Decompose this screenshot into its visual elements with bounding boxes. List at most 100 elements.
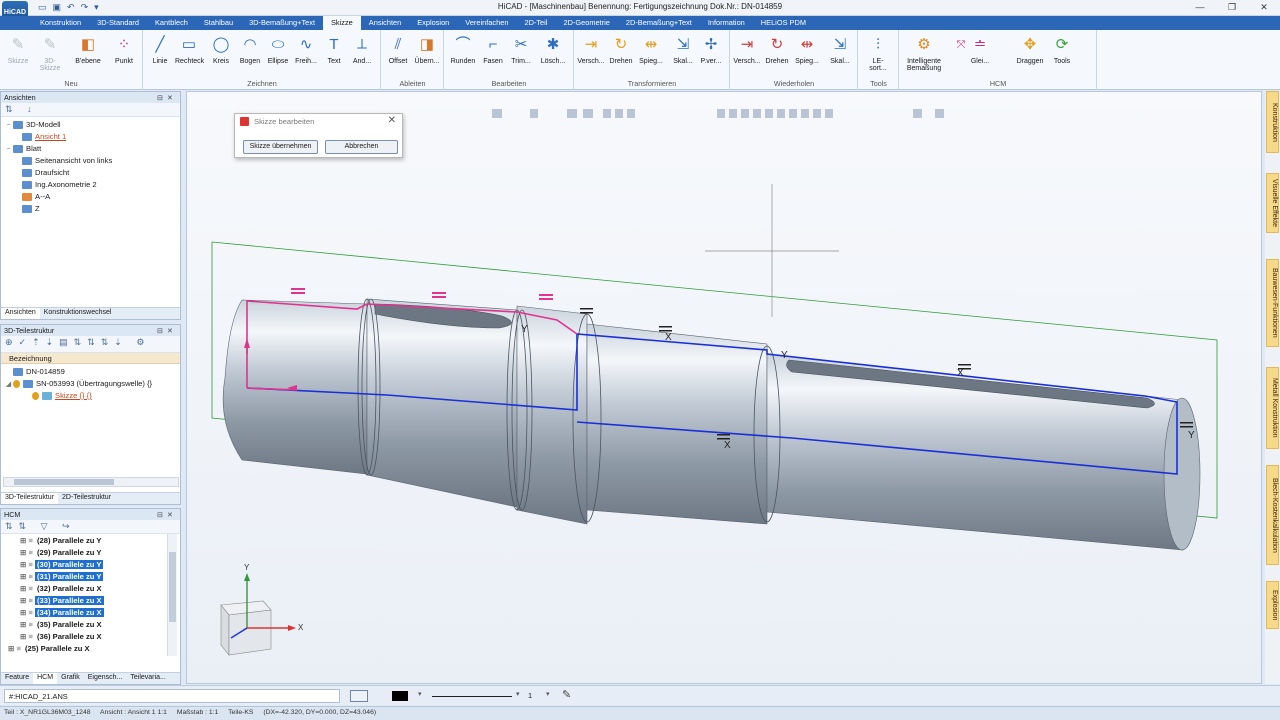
tab-konstruktionswechsel[interactable]: Konstruktionswechsel <box>40 308 116 319</box>
tree-item[interactable]: Draufsicht <box>4 167 177 179</box>
close-button[interactable]: ✕ <box>1248 0 1280 15</box>
spiegeln-button[interactable]: ⇹ Spieg... <box>637 32 665 72</box>
tab-2d-bemassung[interactable]: 2D-Bemaßung+Text <box>618 16 700 30</box>
chevron-down-icon[interactable]: ▾ <box>418 690 422 698</box>
fasen-button[interactable]: ⌐ Fasen <box>479 32 507 72</box>
gleichung-button[interactable]: ≐ Glei... <box>966 32 994 72</box>
abbrechen-button[interactable]: Abbrechen <box>325 140 398 154</box>
list-item[interactable]: ⊞ ≡ (25) Parallele zu X <box>4 643 177 655</box>
le-sortieren-button[interactable]: ⫶ LE-sort... <box>864 32 892 72</box>
column-header[interactable]: Bezeichnung <box>1 353 180 364</box>
list-item[interactable]: ⊞ ≡ (35) Parallele zu X <box>4 619 177 631</box>
bogen-button[interactable]: ◠ Bogen <box>236 32 264 72</box>
tab-skizze[interactable]: Skizze <box>323 16 361 30</box>
drehen-wiederholen-button[interactable]: ↻ Drehen <box>763 32 791 72</box>
tab-vereinfachen[interactable]: Vereinfachen <box>457 16 516 30</box>
tree-item[interactable]: Seitenansicht von links <box>4 155 177 167</box>
chevron-down-icon[interactable]: ▾ <box>546 690 550 698</box>
verschieben-button[interactable]: ⇥ Versch... <box>577 32 605 72</box>
tools-button[interactable]: ⟳ Tools <box>1048 32 1076 72</box>
list-item[interactable]: ⊞ ≡ (29) Parallele zu Y <box>4 547 177 559</box>
andere-button[interactable]: ⟂ And... <box>348 32 376 72</box>
bebene-button[interactable]: ◧ B'ebene <box>74 32 102 72</box>
tab-feature[interactable]: Feature <box>1 673 33 684</box>
tree-item[interactable]: Z <box>4 203 177 215</box>
tab-3d-teilestruktur[interactable]: 3D-Teilestruktur <box>1 493 59 504</box>
uebernehmen-button[interactable]: ◨ Übern... <box>413 32 441 72</box>
offset-button[interactable]: ⫽ Offset <box>384 32 412 72</box>
panel-controls[interactable]: ⊟✕ <box>157 93 177 102</box>
vertical-scrollbar[interactable] <box>167 534 177 656</box>
draggen-button[interactable]: ✥ Draggen <box>1016 32 1044 72</box>
tree-item-active[interactable]: Skizze {} {} <box>4 390 177 402</box>
tab-stahlbau[interactable]: Stahlbau <box>196 16 241 30</box>
tab-explosion-dock[interactable]: Explosion <box>1266 581 1279 629</box>
pen-icon[interactable]: ✎ <box>562 688 571 701</box>
tab-2d-geometrie[interactable]: 2D-Geometrie <box>555 16 617 30</box>
panel-controls[interactable]: ⊟✕ <box>157 510 177 519</box>
rechteck-button[interactable]: ▭ Rechteck <box>175 32 204 72</box>
skizze-uebernehmen-button[interactable]: Skizze übernehmen <box>243 140 318 154</box>
tab-eigenschaften[interactable]: Eigensch... <box>84 673 127 684</box>
chevron-down-icon[interactable]: ▾ <box>516 690 520 698</box>
tab-explosion[interactable]: Explosion <box>409 16 457 30</box>
tab-ansichten[interactable]: Ansichten <box>361 16 409 30</box>
tab-information[interactable]: Information <box>700 16 753 30</box>
color-swatch[interactable] <box>392 691 408 701</box>
tab-2d-teil[interactable]: 2D-Teil <box>516 16 555 30</box>
punkt-verschieben-button[interactable]: ✢ P.ver... <box>697 32 725 72</box>
viewport-canvas[interactable]: X X X Y Y Y Y X <box>187 92 1261 683</box>
tab-3d-bemassung[interactable]: 3D-Bemaßung+Text <box>241 16 323 30</box>
tab-konstruktion[interactable]: Konstruktion <box>32 16 89 30</box>
tab-metall-konstruktion[interactable]: Metall Konstruktion <box>1266 367 1279 449</box>
tab-bauwesen-funktionen[interactable]: Bauwesen-Funktionen <box>1266 259 1279 347</box>
line-width-value[interactable]: 1 <box>528 691 532 700</box>
list-item[interactable]: ⊞ ≡ (32) Parallele zu X <box>4 583 177 595</box>
maximize-button[interactable]: ❐ <box>1216 0 1248 15</box>
runden-button[interactable]: ⌒ Runden <box>449 32 477 72</box>
line-type-preview[interactable] <box>432 696 512 697</box>
spiegeln-wiederholen-button[interactable]: ⇹ Spieg... <box>793 32 821 72</box>
tree-item[interactable]: DN-014859 <box>4 366 177 378</box>
close-icon[interactable]: ✕ <box>388 115 396 126</box>
linie-button[interactable]: ╱ Linie <box>146 32 174 72</box>
command-input[interactable]: #:HICAD_21.ANS <box>4 689 340 703</box>
skalieren-wiederholen-button[interactable]: ⇲ Skal... <box>826 32 854 72</box>
layer-button[interactable] <box>350 690 368 702</box>
intelligente-bemassung-button[interactable]: ⚙ Intelligente Bemaßung <box>902 32 946 72</box>
tab-3d-standard[interactable]: 3D-Standard <box>89 16 147 30</box>
skizze-button[interactable]: ✎ Skizze <box>4 32 32 72</box>
tree-item[interactable]: −3D-Modell <box>4 119 177 131</box>
ellipse-button[interactable]: ⬭ Ellipse <box>264 32 292 72</box>
list-item[interactable]: ⊞ ≡ (36) Parallele zu X <box>4 631 177 643</box>
viewport-toolbar[interactable] <box>492 109 944 118</box>
tree-item[interactable]: ◢ SN-053993 (Übertragungswelle) {} <box>4 378 177 390</box>
drehen-button[interactable]: ↻ Drehen <box>607 32 635 72</box>
tab-konstruktion-dock[interactable]: Konstruktion <box>1266 91 1279 153</box>
text-button[interactable]: T Text <box>320 32 348 72</box>
3d-viewport[interactable]: X X X Y Y Y Y X <box>186 91 1262 684</box>
list-item-selected[interactable]: ⊞ ≡ (30) Parallele zu Y <box>4 559 177 571</box>
tab-ansichten-panel[interactable]: Ansichten <box>1 308 40 319</box>
list-item-selected[interactable]: ⊞ ≡ (31) Parallele zu Y <box>4 571 177 583</box>
tab-kantblech[interactable]: Kantblech <box>147 16 196 30</box>
panel-toolbar[interactable]: ⇅⇅ ▽ ↪ <box>1 520 180 534</box>
list-item-selected[interactable]: ⊞ ≡ (34) Parallele zu X <box>4 607 177 619</box>
tree-item[interactable]: A--A <box>4 191 177 203</box>
tree-item[interactable]: − Blatt <box>4 143 177 155</box>
kreis-button[interactable]: ◯ Kreis <box>207 32 235 72</box>
panel-controls[interactable]: ⊟✕ <box>157 326 177 335</box>
tree-item[interactable]: Ing.Axonometrie 2 <box>4 179 177 191</box>
verschieben-wiederholen-button[interactable]: ⇥ Versch... <box>733 32 761 72</box>
trimmen-button[interactable]: ✂ Trim... <box>507 32 535 72</box>
tab-teilevarianten[interactable]: Teilevaria... <box>126 673 169 684</box>
panel-toolbar[interactable]: ⊕✓⇡⇣▤⇅⇅⇅⇣ ⚙ <box>1 336 180 353</box>
list-item-selected[interactable]: ⊞ ≡ (33) Parallele zu X <box>4 595 177 607</box>
skizze-3d-button[interactable]: ✎ 3D-Skizze <box>36 32 64 72</box>
tab-helios-pdm[interactable]: HELiOS PDM <box>753 16 814 30</box>
tab-blech-kostenkalkulation[interactable]: Blech-Kostenkalkulation <box>1266 465 1279 565</box>
loeschen-button[interactable]: ✱ Lösch... <box>539 32 567 72</box>
tab-hcm[interactable]: HCM <box>33 673 58 684</box>
minimize-button[interactable]: — <box>1184 0 1216 15</box>
tab-visuelle-effekte[interactable]: Visuelle Effekte <box>1266 173 1279 233</box>
